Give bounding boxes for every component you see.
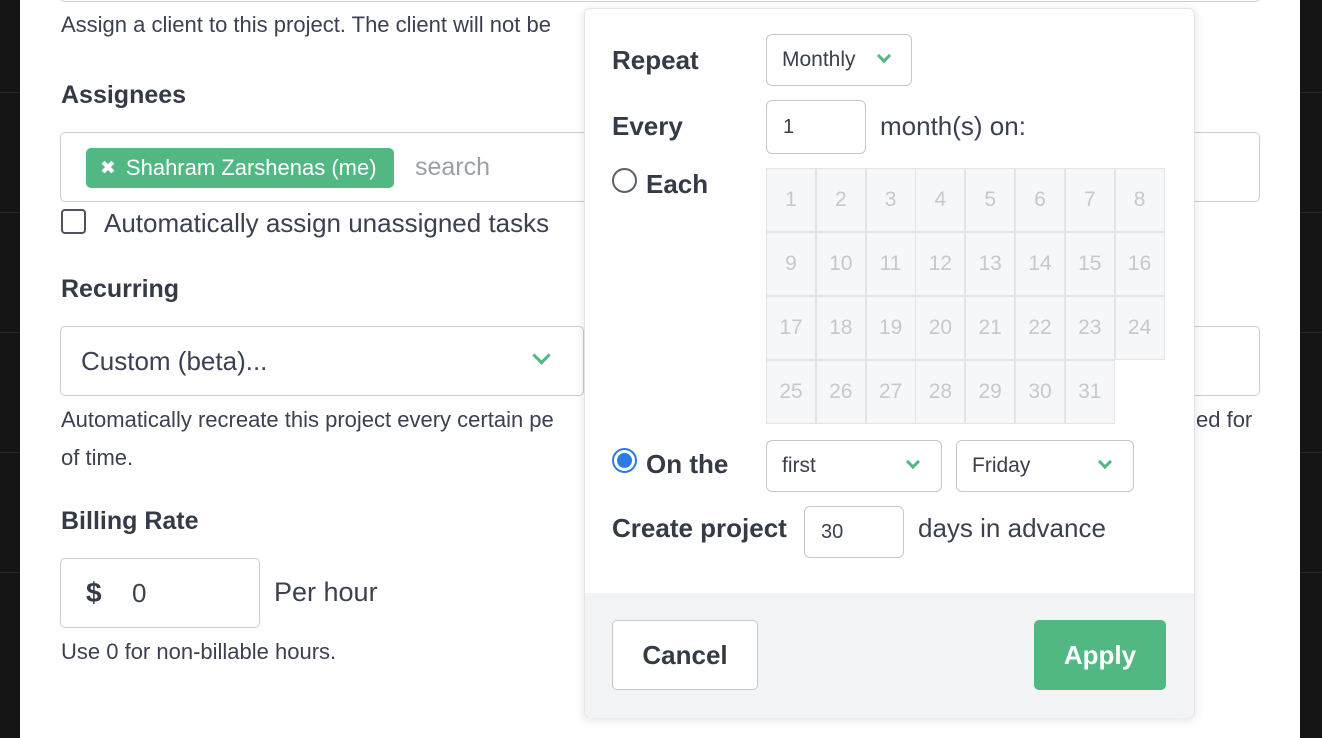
- every-unit-label: month(s) on:: [880, 111, 1026, 141]
- repeat-select-value: Monthly: [782, 48, 856, 71]
- billing-rate-label: Billing Rate: [61, 507, 199, 535]
- day-cell[interactable]: 3: [865, 168, 916, 232]
- cancel-button[interactable]: Cancel: [612, 620, 758, 690]
- day-cell[interactable]: 24: [1114, 296, 1165, 360]
- day-cell[interactable]: 31: [1064, 360, 1115, 424]
- day-cell[interactable]: 25: [766, 360, 816, 424]
- auto-assign-label: Automatically assign unassigned tasks: [104, 208, 550, 238]
- day-cell[interactable]: 13: [965, 232, 1016, 296]
- recurring-selected-value: Custom (beta)...: [81, 346, 268, 376]
- day-cell[interactable]: 4: [915, 168, 966, 232]
- auto-assign-checkbox[interactable]: [61, 209, 86, 234]
- recurring-label: Recurring: [61, 275, 180, 303]
- every-label: Every: [612, 111, 683, 141]
- day-cell[interactable]: 22: [1015, 296, 1065, 360]
- backdrop-left: [0, 0, 20, 738]
- day-of-month-grid: 1 2 3 4 5 6 7 8 9 10 11 12 13 14 15 16 17 18 19 20 21 22 23 24 2…: [766, 168, 1166, 426]
- chevron-down-icon: [905, 454, 921, 470]
- day-cell[interactable]: 19: [865, 296, 916, 360]
- day-cell[interactable]: 30: [1015, 360, 1065, 424]
- advance-unit-label: days in advance: [918, 513, 1106, 543]
- advance-days-input[interactable]: 30: [804, 506, 904, 558]
- day-cell[interactable]: 14: [1015, 232, 1065, 296]
- each-label: Each: [646, 169, 709, 199]
- day-cell[interactable]: 17: [766, 296, 816, 360]
- recurring-help-text: Automatically recreate this project ever…: [61, 407, 554, 432]
- repeat-select[interactable]: Monthly: [766, 34, 912, 86]
- on-the-radio[interactable]: [612, 448, 637, 473]
- recurring-select[interactable]: Custom (beta)...: [60, 326, 584, 396]
- day-cell[interactable]: 7: [1064, 168, 1115, 232]
- recurring-help-text-line2: of time.: [61, 445, 134, 470]
- on-the-label: On the: [646, 449, 729, 479]
- backdrop-right: [1300, 0, 1322, 738]
- day-cell[interactable]: 21: [965, 296, 1016, 360]
- day-cell[interactable]: 15: [1064, 232, 1115, 296]
- day-cell[interactable]: 11: [865, 232, 916, 296]
- day-cell[interactable]: 23: [1064, 296, 1115, 360]
- create-project-label: Create project: [612, 513, 787, 543]
- currency-symbol: $: [86, 577, 102, 608]
- day-cell[interactable]: 6: [1015, 168, 1065, 232]
- day-cell[interactable]: 20: [915, 296, 966, 360]
- weekday-select[interactable]: Friday: [956, 440, 1134, 492]
- every-value: 1: [783, 115, 795, 138]
- assignees-search-input[interactable]: search: [415, 153, 490, 182]
- ordinal-select[interactable]: first: [766, 440, 942, 492]
- day-cell[interactable]: 12: [915, 232, 966, 296]
- client-select[interactable]: [60, 0, 1260, 2]
- weekday-select-value: Friday: [972, 454, 1031, 477]
- advance-days-value: 30: [821, 520, 844, 543]
- recurring-help-text-right: ed for: [1196, 407, 1253, 432]
- every-input[interactable]: 1: [766, 100, 866, 154]
- day-cell[interactable]: 18: [815, 296, 866, 360]
- client-help-text: Assign a client to this project. The cli…: [61, 12, 551, 37]
- day-cell[interactable]: 9: [766, 232, 816, 296]
- day-cell[interactable]: 16: [1114, 232, 1165, 296]
- billing-unit-label: Per hour: [274, 577, 378, 607]
- day-cell[interactable]: 1: [766, 168, 816, 232]
- ordinal-select-value: first: [782, 454, 816, 477]
- billing-rate-input[interactable]: $ 0: [60, 558, 260, 628]
- day-cell[interactable]: 5: [965, 168, 1016, 232]
- assignee-tag-label: Shahram Zarshenas (me): [125, 155, 377, 180]
- assignee-tag[interactable]: ✖ Shahram Zarshenas (me): [86, 148, 394, 188]
- repeat-label: Repeat: [612, 45, 699, 75]
- day-cell[interactable]: 2: [815, 168, 866, 232]
- apply-button[interactable]: Apply: [1034, 620, 1166, 690]
- day-cell[interactable]: 29: [965, 360, 1016, 424]
- billing-rate-value: 0: [132, 578, 147, 608]
- assignees-label: Assignees: [61, 81, 187, 109]
- day-cell[interactable]: 10: [815, 232, 866, 296]
- day-cell[interactable]: 28: [915, 360, 966, 424]
- billing-help-text: Use 0 for non-billable hours.: [61, 639, 337, 664]
- day-cell[interactable]: 26: [815, 360, 866, 424]
- day-cell[interactable]: 8: [1114, 168, 1165, 232]
- chevron-down-icon: [532, 346, 551, 365]
- each-radio[interactable]: [612, 168, 637, 193]
- chevron-down-icon: [1097, 454, 1113, 470]
- chevron-down-icon: [876, 48, 892, 64]
- day-cell[interactable]: 27: [865, 360, 916, 424]
- remove-tag-icon[interactable]: ✖: [100, 157, 116, 180]
